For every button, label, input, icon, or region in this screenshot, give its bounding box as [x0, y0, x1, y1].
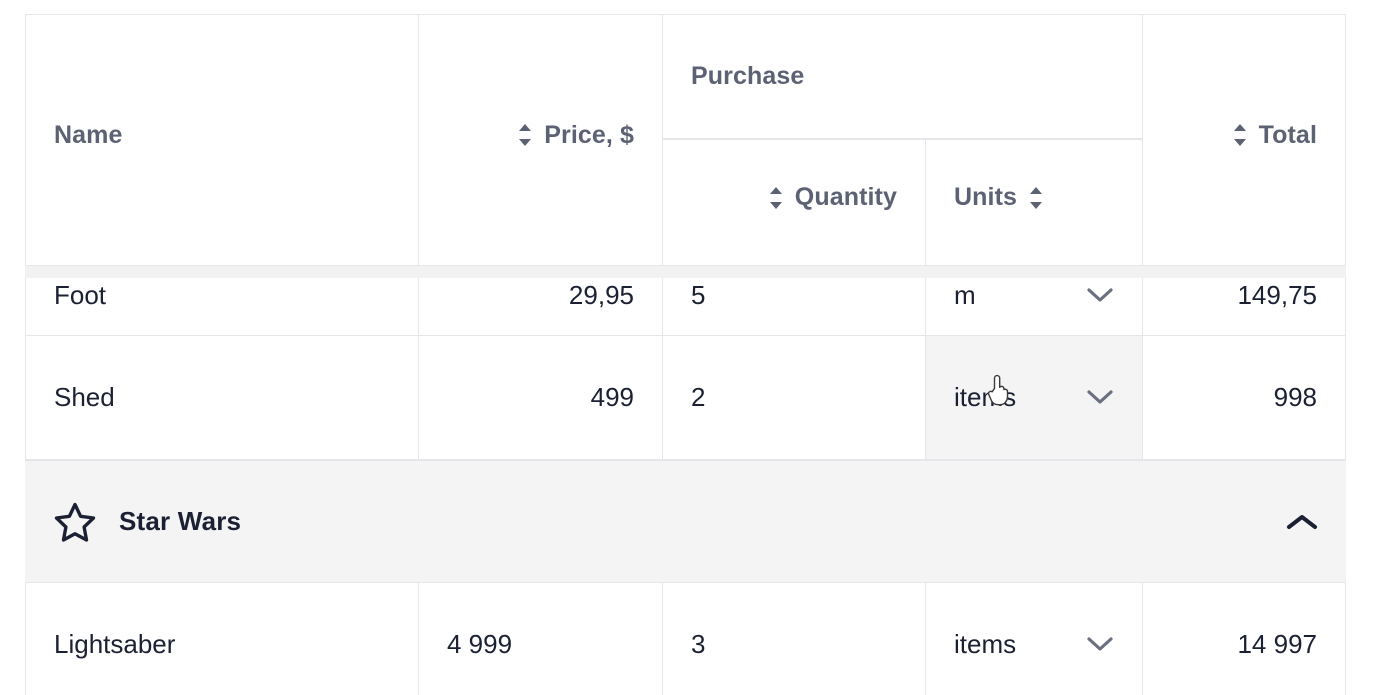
chevron-down-icon[interactable] [1086, 287, 1114, 304]
cell-name: Shed [25, 336, 418, 460]
column-header-name[interactable]: Name [25, 14, 418, 255]
cell-name: Foot [25, 255, 418, 336]
cell-quantity-value: 2 [691, 382, 705, 413]
column-header-units[interactable]: Units [925, 139, 1142, 255]
group-row-cell[interactable]: Star Wars [25, 460, 1346, 583]
column-header-purchase-label: Purchase [691, 62, 804, 91]
sort-updown-icon[interactable] [768, 185, 784, 211]
group-row-left: Star Wars [53, 501, 241, 543]
products-table: Name Price, $ [25, 14, 1346, 695]
cell-quantity: 3 [662, 583, 925, 695]
star-outline-icon[interactable] [53, 501, 97, 543]
table-group-row[interactable]: Star Wars [25, 460, 1346, 583]
cell-total-value: 998 [1274, 382, 1317, 413]
cell-quantity-value: 3 [691, 629, 705, 660]
column-header-units-label: Units [954, 183, 1017, 212]
chevron-down-icon[interactable] [1086, 389, 1114, 406]
cell-total-value: 14 997 [1237, 629, 1317, 660]
cell-total-value: 149,75 [1237, 280, 1317, 311]
column-header-purchase-group: Purchase [662, 14, 1142, 139]
cell-price-value: 4 999 [447, 629, 512, 660]
cell-total: 149,75 [1142, 255, 1346, 336]
cell-name-value: Shed [54, 382, 115, 413]
cell-price-value: 499 [591, 382, 634, 413]
column-header-price[interactable]: Price, $ [418, 14, 662, 255]
chevron-up-icon[interactable] [1285, 512, 1319, 532]
cell-price: 4 999 [418, 583, 662, 695]
column-header-price-label: Price, $ [544, 121, 634, 150]
cell-total: 14 997 [1142, 583, 1346, 695]
cell-units[interactable]: items [925, 583, 1142, 695]
cell-quantity: 2 [662, 336, 925, 460]
column-header-quantity-label: Quantity [795, 183, 897, 212]
cell-quantity-value: 5 [691, 280, 705, 311]
cell-name: Lightsaber [25, 583, 418, 695]
cell-units-value: m [954, 280, 976, 311]
data-table-screen: Name Price, $ [0, 0, 1378, 695]
sort-updown-icon[interactable] [1028, 185, 1044, 211]
cell-price-value: 29,95 [569, 280, 634, 311]
cell-quantity: 5 [662, 255, 925, 336]
column-header-total[interactable]: Total [1142, 14, 1346, 255]
chevron-down-icon[interactable] [1086, 636, 1114, 653]
table-row[interactable]: Foot 29,95 5 m [25, 255, 1346, 336]
group-row-title: Star Wars [119, 506, 241, 537]
column-header-name-label: Name [54, 121, 123, 150]
table-header: Name Price, $ [25, 14, 1346, 255]
table-row[interactable]: Shed 499 2 ite [25, 336, 1346, 460]
table-row[interactable]: Lightsaber 4 999 3 [25, 583, 1346, 695]
header-row-top: Name Price, $ [25, 14, 1346, 139]
cell-price: 29,95 [418, 255, 662, 336]
cell-units[interactable]: items [925, 336, 1142, 460]
cell-units-value: items [954, 382, 1016, 413]
sort-updown-icon[interactable] [1232, 122, 1248, 148]
table-scroll-container[interactable]: Name Price, $ [25, 14, 1346, 695]
column-header-quantity[interactable]: Quantity [662, 139, 925, 255]
sort-updown-icon[interactable] [517, 122, 533, 148]
cell-name-value: Lightsaber [54, 629, 175, 660]
column-header-total-label: Total [1259, 121, 1317, 150]
cell-total: 998 [1142, 336, 1346, 460]
cell-units[interactable]: m [925, 255, 1142, 336]
cell-price: 499 [418, 336, 662, 460]
table-body: Foot 29,95 5 m [25, 255, 1346, 695]
cell-name-value: Foot [54, 280, 106, 311]
cell-units-value: items [954, 629, 1016, 660]
